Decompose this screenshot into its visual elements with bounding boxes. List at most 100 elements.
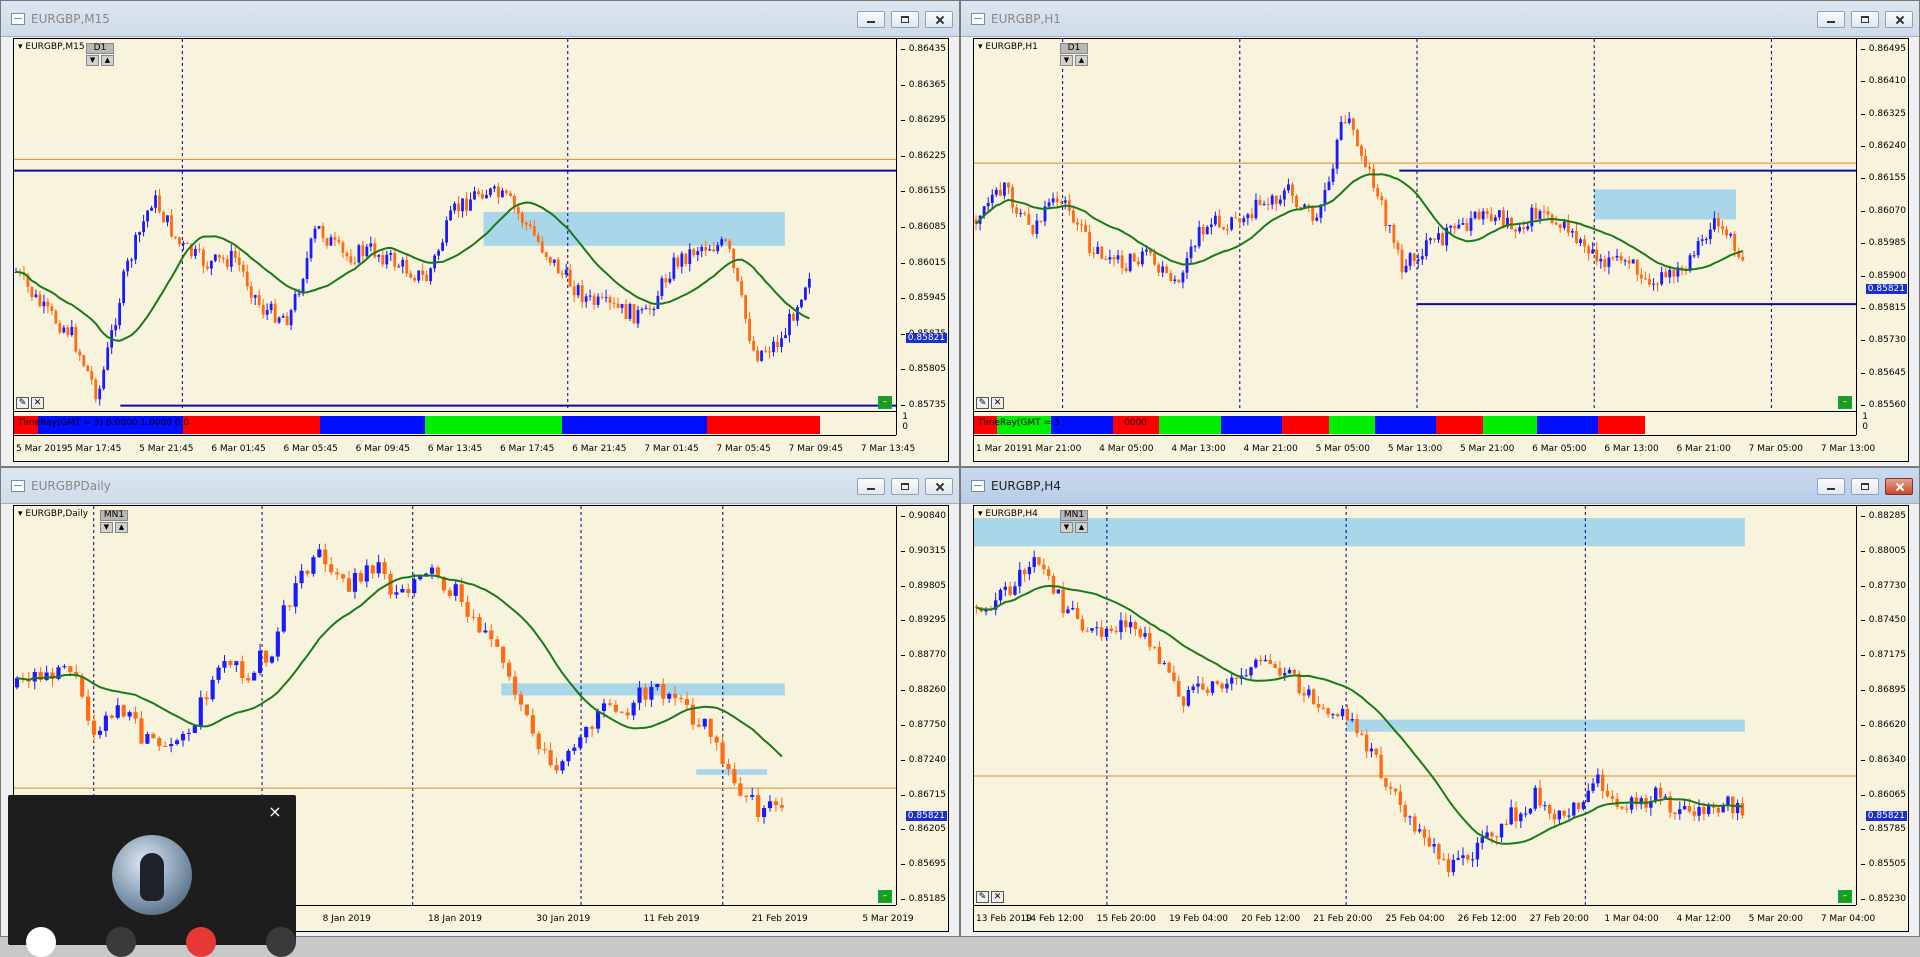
bull-candle [1347, 118, 1351, 123]
price-chart[interactable]: EURGBP,H1 D1▼▲ [974, 39, 1856, 411]
time-label: 20 Feb 12:00 [1241, 914, 1301, 924]
bull-candle [311, 557, 316, 574]
timeframe-button[interactable]: MN1 [1060, 510, 1088, 521]
bull-candle [640, 309, 644, 311]
close-icon[interactable]: ✕ [991, 891, 1004, 903]
title-bar[interactable]: EURGBP,M15 [1, 1, 959, 37]
timeframe-switcher[interactable]: D1 ▼ ▲ [86, 43, 114, 66]
timeframe-button[interactable]: D1 [1060, 43, 1088, 54]
bear-candle [345, 252, 349, 257]
chart-window-eurgbp-h4[interactable]: EURGBP,H4 0.88285 0.88005 0.87730 0.87450 0.… [960, 467, 1920, 937]
bull-candle [1350, 719, 1354, 721]
bear-candle [1022, 569, 1027, 575]
bull-candle [620, 303, 624, 308]
mic-toggle-button[interactable] [106, 927, 136, 957]
bear-candle [1222, 227, 1225, 230]
close-icon[interactable]: ✕ [991, 397, 1004, 409]
arrow-up-icon[interactable]: ▲ [115, 522, 128, 533]
arrow-up-icon[interactable]: ▲ [101, 55, 114, 66]
symbol-label: EURGBP,H1 [978, 42, 1037, 52]
timeframe-switcher[interactable]: D1 ▼ ▲ [1060, 43, 1088, 66]
arrow-down-icon[interactable]: ▼ [1060, 55, 1073, 66]
arrow-up-icon[interactable]: ▲ [1075, 55, 1088, 66]
chart-pane[interactable]: 0.86495 0.86410 0.86325 0.86240 0.86155 0.860… [973, 38, 1909, 462]
close-icon[interactable]: ✕ [31, 397, 44, 409]
camera-toggle-button[interactable] [26, 927, 56, 957]
bear-candle [1635, 259, 1639, 275]
minimize-button[interactable] [1817, 478, 1845, 495]
time-label: 21 Feb 20:00 [1313, 914, 1373, 924]
price-chart[interactable]: EURGBP,H4 MN1▼▲ [974, 506, 1856, 905]
bull-candle [1473, 211, 1477, 219]
indicator-segment [1374, 416, 1437, 434]
brush-icon[interactable]: ✎ [976, 397, 989, 409]
bear-candle [516, 207, 520, 214]
video-call-popup[interactable]: × [8, 795, 296, 957]
price-axis: 0.90840 0.90315 0.89805 0.89295 0.88770 0.882… [896, 506, 948, 905]
time-label: 6 Mar 17:45 [499, 444, 555, 454]
maximize-button[interactable] [891, 11, 919, 28]
bull-candle [1108, 257, 1112, 260]
arrow-down-icon[interactable]: ▼ [86, 55, 99, 66]
price-label: 0.85985 [1860, 238, 1906, 249]
time-label: 4 Mar 21:00 [1243, 444, 1298, 454]
indicator-scale-label: 1 [1862, 412, 1868, 422]
autoscroll-button[interactable]: – [878, 396, 892, 409]
timeframe-switcher[interactable]: MN1 ▼ ▲ [1060, 510, 1088, 533]
bear-candle [151, 734, 156, 739]
timeframe-switcher[interactable]: MN1 ▼ ▲ [100, 510, 128, 533]
close-button[interactable] [1885, 11, 1913, 28]
title-bar[interactable]: EURGBP,H4 [961, 468, 1919, 504]
supply-demand-zone [1346, 719, 1745, 732]
close-icon[interactable]: × [264, 801, 286, 823]
autoscroll-button[interactable]: – [878, 890, 892, 903]
time-label: 1 Mar 04:00 [1604, 914, 1659, 924]
maximize-button[interactable] [1851, 11, 1879, 28]
arrow-down-icon[interactable]: ▼ [100, 522, 113, 533]
minimize-button[interactable] [857, 478, 885, 495]
chart-window-eurgbp-h1[interactable]: EURGBP,H1 0.86495 0.86410 0.86325 0.86240 0.… [960, 0, 1920, 467]
chart-pane[interactable]: 0.88285 0.88005 0.87730 0.87450 0.87175 0.868… [973, 505, 1909, 932]
bear-candle [1138, 629, 1142, 637]
timeframe-button[interactable]: D1 [86, 43, 114, 54]
arrow-down-icon[interactable]: ▼ [1060, 522, 1073, 533]
maximize-button[interactable] [1851, 478, 1879, 495]
bear-candle [1502, 210, 1505, 227]
close-button[interactable] [925, 11, 953, 28]
bear-candle [263, 650, 269, 663]
bear-candle [1238, 218, 1242, 223]
chart-pane[interactable]: 0.86435 0.86365 0.86295 0.86225 0.86155 0.860… [13, 38, 949, 462]
bull-candle [1708, 229, 1712, 240]
autoscroll-button[interactable]: – [1838, 396, 1852, 409]
brush-icon[interactable]: ✎ [16, 397, 29, 409]
chart-window-eurgbp-m15[interactable]: EURGBP,M15 0.86435 0.86365 0.86295 0.86225 0… [0, 0, 960, 467]
bear-candle [1055, 198, 1059, 203]
bull-candle [784, 335, 787, 339]
minimize-button[interactable] [1817, 11, 1845, 28]
arrow-up-icon[interactable]: ▲ [1075, 522, 1088, 533]
bull-candle [265, 310, 269, 315]
end-call-button[interactable] [186, 927, 216, 957]
time-label: 4 Mar 12:00 [1676, 914, 1731, 924]
bear-candle [341, 574, 346, 579]
minimize-button[interactable] [857, 11, 885, 28]
bull-candle [1557, 810, 1562, 820]
brush-icon[interactable]: ✎ [976, 891, 989, 903]
autoscroll-button[interactable]: – [1838, 890, 1852, 903]
bull-candle [788, 313, 791, 336]
bear-candle [465, 198, 468, 211]
close-button[interactable] [1885, 478, 1913, 495]
close-button[interactable] [925, 478, 953, 495]
bear-candle [30, 286, 34, 297]
bear-candle [333, 237, 337, 240]
more-options-button[interactable] [266, 927, 296, 957]
bear-candle [1374, 748, 1378, 755]
bull-candle [1696, 241, 1700, 256]
title-bar[interactable]: EURGBPDaily [1, 468, 959, 504]
bear-candle [1721, 226, 1724, 230]
title-bar[interactable]: EURGBP,H1 [961, 1, 1919, 37]
bear-candle [1157, 646, 1162, 664]
maximize-button[interactable] [891, 478, 919, 495]
timeframe-button[interactable]: MN1 [100, 510, 128, 521]
price-chart[interactable]: EURGBP,M15D1▼▲ [14, 39, 896, 411]
